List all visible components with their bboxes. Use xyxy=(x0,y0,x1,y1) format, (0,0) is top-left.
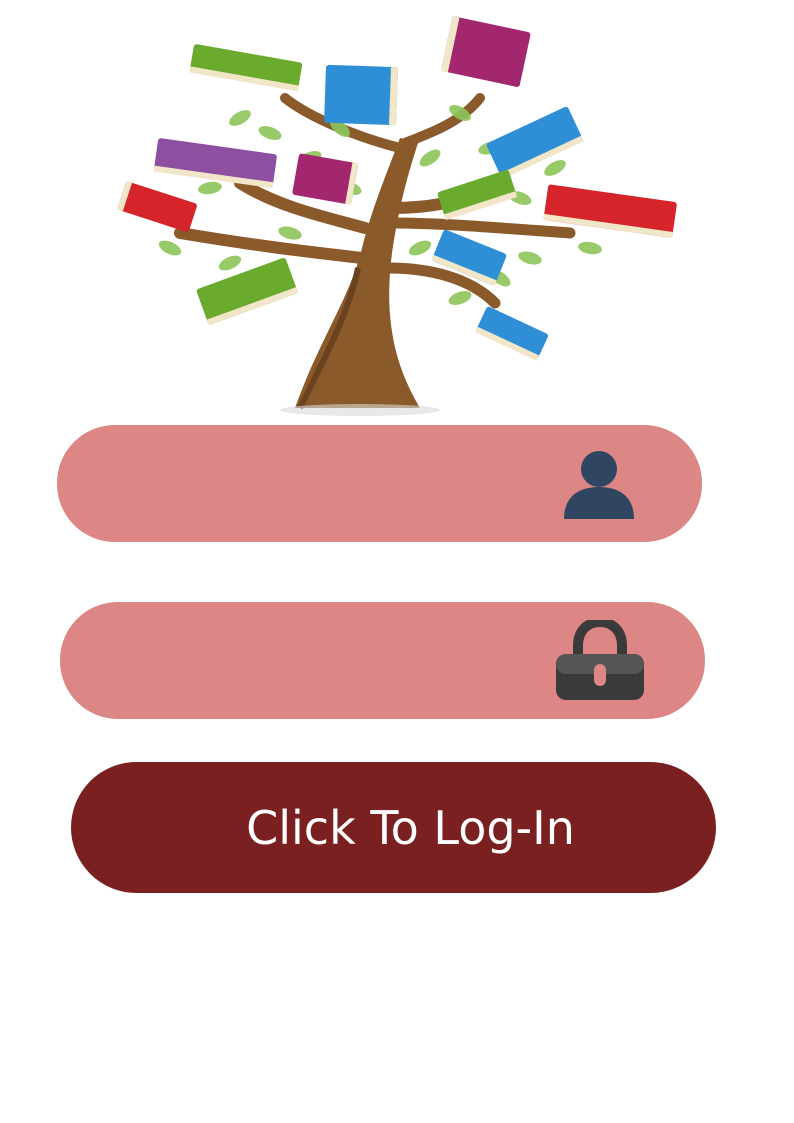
login-button[interactable]: Click To Log-In xyxy=(71,762,716,893)
password-input[interactable] xyxy=(100,602,544,721)
book-tree-logo xyxy=(100,8,700,418)
user-icon xyxy=(562,425,636,542)
password-field-wrapper xyxy=(60,602,705,721)
lock-icon xyxy=(554,602,646,719)
book-tree-icon xyxy=(117,16,677,416)
username-input[interactable] xyxy=(97,425,541,544)
username-field-wrapper xyxy=(57,425,702,544)
